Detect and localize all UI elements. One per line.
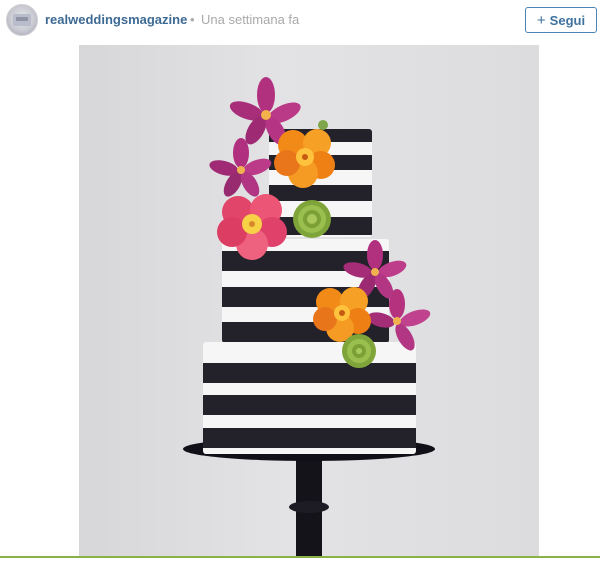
cake-tier-bottom xyxy=(203,342,416,454)
flower-purple-left xyxy=(209,138,272,197)
post-time: Una settimana fa xyxy=(201,12,300,27)
divider xyxy=(0,556,600,558)
flower-bud xyxy=(318,120,328,130)
flower-green-lower xyxy=(342,334,376,368)
flower-green-top xyxy=(293,200,331,238)
avatar[interactable] xyxy=(6,4,38,36)
username-link[interactable]: realweddingsmagazine xyxy=(45,12,187,27)
separator-dot: • xyxy=(190,12,195,27)
post-header: realweddingsmagazine • Una settimana fa … xyxy=(0,0,600,42)
follow-button[interactable]: + Segui xyxy=(525,7,597,33)
post-photo[interactable] xyxy=(79,45,539,557)
cake-image xyxy=(183,77,435,557)
follow-label: Segui xyxy=(549,12,586,28)
plus-icon: + xyxy=(536,11,546,29)
